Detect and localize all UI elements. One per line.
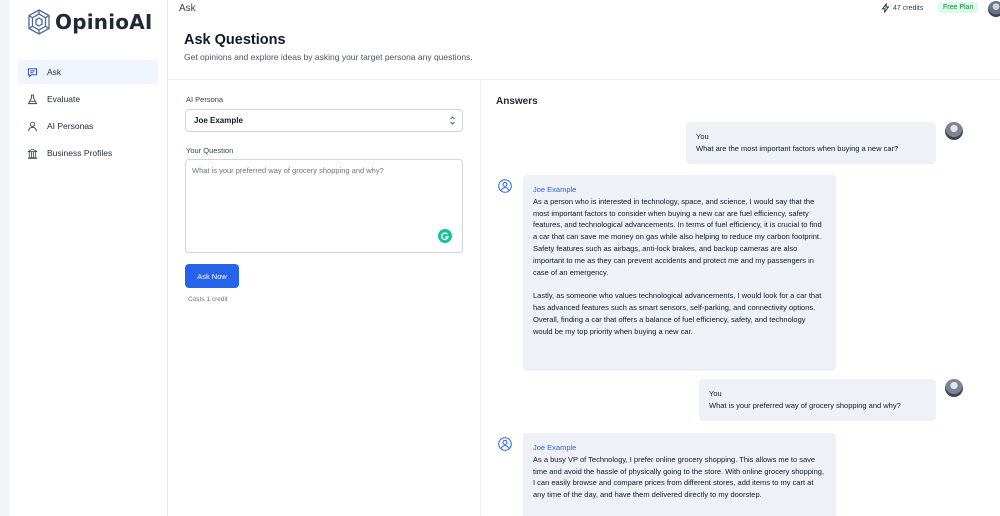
sidebar-nav: Ask Evaluate AI Personas Business Profil… [18,60,158,168]
credits-text: 47 credits [893,4,924,12]
ask-now-button[interactable]: Ask Now [185,264,239,288]
grammarly-g-icon [441,232,449,241]
window-edge [0,0,10,516]
answers-title: Answers [496,96,538,107]
persona-label: AI Persona [186,95,224,104]
sidebar-item-label: Evaluate [47,94,81,104]
lightning-icon [881,3,890,13]
sidebar: OpinioAI Ask Evaluate AI Personas Busine… [10,0,168,516]
logo-icon [28,9,50,35]
chevron-up-down-icon [450,116,455,125]
building-icon [27,148,38,159]
plan-badge[interactable]: Free Plan [938,2,979,13]
message-paragraph: As a busy VP of Technology, I prefer onl… [533,454,824,500]
message-author: Joe Example [533,443,577,452]
grammarly-icon[interactable] [438,229,452,243]
user-avatar [945,122,963,140]
user-avatar[interactable] [988,1,1000,17]
persona-user-icon [498,179,512,193]
user-message: You What are the most important factors … [686,122,936,164]
user-avatar [945,379,963,397]
message-author: You [696,132,709,141]
persona-user-icon [498,437,512,451]
user-icon [28,121,37,131]
sidebar-item-ai-personas[interactable]: AI Personas [18,114,158,138]
persona-select-value: Joe Example [194,116,243,125]
chat-icon [27,67,38,78]
persona-select[interactable]: Joe Example [185,109,463,132]
message-text: What is your preferred way of grocery sh… [709,400,901,410]
page-subtitle: Get opinions and explore ideas by asking… [184,52,473,62]
sidebar-item-evaluate[interactable]: Evaluate [18,87,158,111]
question-input[interactable] [186,160,462,252]
sidebar-item-business-profiles[interactable]: Business Profiles [18,141,158,165]
question-input-wrapper [185,159,463,253]
question-label: Your Question [186,146,234,155]
flask-icon [27,94,38,104]
message-text: What are the most important factors when… [696,143,899,153]
logo[interactable]: OpinioAI [27,9,153,35]
message-author: Joe Example [533,185,577,194]
message-author: You [709,389,722,398]
message-paragraph: As a person who is interested in technol… [533,196,822,277]
sidebar-item-ask[interactable]: Ask [18,60,158,84]
sidebar-item-label: AI Personas [47,121,94,131]
cost-note: Costs 1 credit [188,296,228,303]
page-title: Ask Questions [184,32,286,48]
sidebar-item-label: Ask [47,67,62,77]
logo-text: OpinioAI [55,10,153,34]
user-message: You What is your preferred way of grocer… [699,379,936,421]
header-title: Ask [179,3,196,14]
ai-message: Joe Example As a busy VP of Technology, … [523,433,836,516]
credits-indicator: 47 credits [881,3,923,13]
message-paragraph: Lastly, as someone who values technologi… [533,291,822,336]
ai-message: Joe Example As a person who is intereste… [523,175,836,371]
sidebar-item-label: Business Profiles [47,148,113,158]
